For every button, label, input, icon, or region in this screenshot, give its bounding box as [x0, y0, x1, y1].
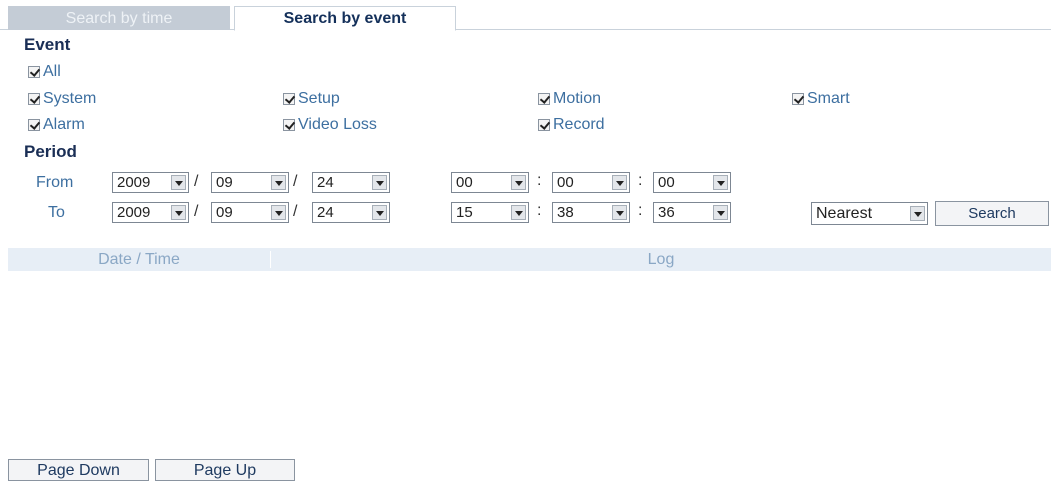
chevron-down-icon[interactable]	[171, 205, 186, 220]
from-month-select[interactable]: 09	[211, 172, 289, 193]
chevron-down-icon[interactable]	[372, 175, 387, 190]
checkbox-setup-label: Setup	[298, 90, 340, 107]
from-day-select[interactable]: 24	[312, 172, 390, 193]
event-section-title: Event	[24, 35, 71, 54]
to-minute-value: 38	[557, 204, 574, 221]
date-separator: /	[194, 203, 199, 220]
to-day-value: 24	[317, 204, 334, 221]
from-second-select[interactable]: 00	[653, 172, 731, 193]
to-month-select[interactable]: 09	[211, 202, 289, 223]
checkbox-setup[interactable]: Setup	[283, 90, 340, 108]
checkbox-smart-label: Smart	[807, 90, 850, 107]
to-label: To	[48, 204, 65, 221]
from-minute-select[interactable]: 00	[552, 172, 630, 193]
period-section-title: Period	[24, 142, 77, 161]
from-year-value: 2009	[117, 174, 151, 191]
to-second-select[interactable]: 36	[653, 202, 731, 223]
from-year-select[interactable]: 2009	[112, 172, 189, 193]
from-minute-value: 00	[557, 174, 574, 191]
from-second-value: 00	[658, 174, 675, 191]
checkbox-setup-box[interactable]	[283, 93, 295, 105]
date-separator: /	[194, 173, 199, 190]
checkbox-video-loss[interactable]: Video Loss	[283, 116, 377, 134]
checkbox-all[interactable]: All	[28, 63, 61, 81]
column-header-date-time[interactable]: Date / Time	[8, 248, 270, 271]
chevron-down-icon[interactable]	[713, 175, 728, 190]
to-day-select[interactable]: 24	[312, 202, 390, 223]
checkbox-motion-label: Motion	[553, 90, 602, 107]
checkbox-record-box[interactable]	[538, 119, 550, 131]
chevron-down-icon[interactable]	[271, 205, 286, 220]
checkbox-alarm-box[interactable]	[28, 119, 40, 131]
tab-search-by-time[interactable]: Search by time	[8, 6, 230, 30]
to-year-value: 2009	[117, 204, 151, 221]
chevron-down-icon[interactable]	[511, 205, 526, 220]
checkbox-motion[interactable]: Motion	[538, 90, 601, 108]
chevron-down-icon[interactable]	[612, 205, 627, 220]
checkbox-system[interactable]: System	[28, 90, 96, 108]
search-mode-select[interactable]: Nearest	[811, 202, 928, 225]
chevron-down-icon[interactable]	[372, 205, 387, 220]
date-separator: /	[293, 203, 298, 220]
checkbox-alarm-label: Alarm	[43, 116, 85, 133]
to-second-value: 36	[658, 204, 675, 221]
to-hour-value: 15	[456, 204, 473, 221]
checkbox-video-loss-label: Video Loss	[298, 116, 377, 133]
from-day-value: 24	[317, 174, 334, 191]
chevron-down-icon[interactable]	[713, 205, 728, 220]
date-separator: /	[293, 173, 298, 190]
checkbox-all-box[interactable]	[28, 66, 40, 78]
checkbox-smart[interactable]: Smart	[792, 90, 850, 108]
from-month-value: 09	[216, 174, 233, 191]
chevron-down-icon[interactable]	[271, 175, 286, 190]
to-month-value: 09	[216, 204, 233, 221]
checkbox-system-label: System	[43, 90, 97, 107]
column-header-log[interactable]: Log	[271, 248, 1051, 271]
page-up-button[interactable]: Page Up	[155, 459, 295, 481]
search-mode-value: Nearest	[816, 205, 873, 222]
time-separator: :	[638, 172, 643, 189]
checkbox-alarm[interactable]: Alarm	[28, 116, 85, 134]
results-table-header: Date / Time Log	[8, 248, 1051, 271]
checkbox-video-loss-box[interactable]	[283, 119, 295, 131]
from-label: From	[36, 174, 74, 191]
chevron-down-icon[interactable]	[511, 175, 526, 190]
checkbox-record-label: Record	[553, 116, 605, 133]
results-table-body	[8, 271, 1051, 456]
page-down-button[interactable]: Page Down	[8, 459, 149, 481]
time-separator: :	[537, 202, 542, 219]
checkbox-record[interactable]: Record	[538, 116, 605, 134]
chevron-down-icon[interactable]	[612, 175, 627, 190]
checkbox-smart-box[interactable]	[792, 93, 804, 105]
time-separator: :	[537, 172, 542, 189]
checkbox-all-label: All	[43, 63, 61, 80]
tab-search-by-event[interactable]: Search by event	[234, 6, 456, 31]
checkbox-system-box[interactable]	[28, 93, 40, 105]
from-hour-value: 00	[456, 174, 473, 191]
checkbox-motion-box[interactable]	[538, 93, 550, 105]
chevron-down-icon[interactable]	[910, 206, 925, 221]
to-hour-select[interactable]: 15	[451, 202, 529, 223]
to-year-select[interactable]: 2009	[112, 202, 189, 223]
time-separator: :	[638, 202, 643, 219]
search-button[interactable]: Search	[935, 201, 1049, 226]
chevron-down-icon[interactable]	[171, 175, 186, 190]
to-minute-select[interactable]: 38	[552, 202, 630, 223]
from-hour-select[interactable]: 00	[451, 172, 529, 193]
